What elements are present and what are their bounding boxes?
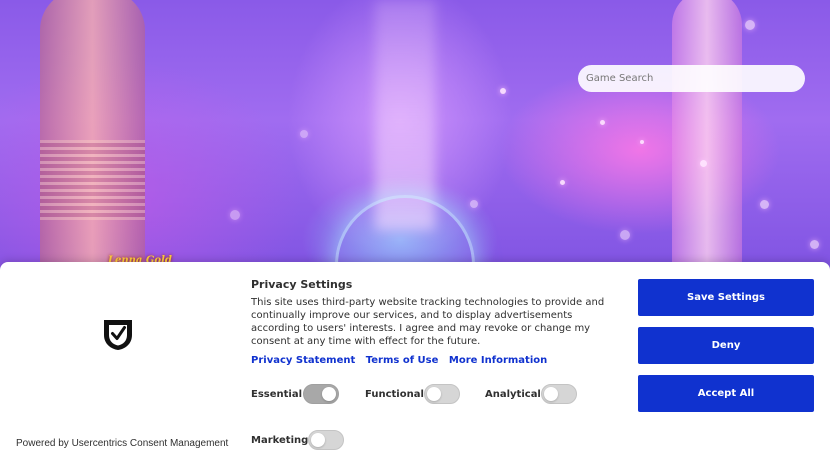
analytical-label: Analytical bbox=[485, 388, 541, 400]
sparkle bbox=[810, 240, 819, 249]
functional-switch[interactable] bbox=[424, 384, 460, 404]
toggle-marketing: Marketing bbox=[251, 430, 344, 450]
sparkle bbox=[470, 200, 478, 208]
essential-label: Essential bbox=[251, 388, 303, 400]
hero-background: Lenna Gold bbox=[0, 0, 830, 300]
accept-all-button[interactable]: Accept All bbox=[638, 375, 814, 412]
switch-knob bbox=[544, 387, 558, 401]
essential-switch[interactable] bbox=[303, 384, 339, 404]
right-pillar bbox=[672, 0, 742, 280]
sparkle bbox=[745, 20, 755, 30]
save-settings-button[interactable]: Save Settings bbox=[638, 279, 814, 316]
left-pillar bbox=[40, 0, 145, 280]
analytical-switch[interactable] bbox=[541, 384, 577, 404]
policy-links: Privacy Statement Terms of Use More Info… bbox=[251, 355, 554, 366]
usercentrics-shield-icon bbox=[104, 320, 132, 350]
sparkle bbox=[640, 140, 644, 144]
sparkle bbox=[230, 210, 240, 220]
consent-banner: Powered by Usercentrics Consent Manageme… bbox=[0, 262, 830, 467]
toggle-functional: Functional bbox=[365, 384, 460, 404]
sparkle bbox=[700, 160, 707, 167]
privacy-description: This site uses third-party website track… bbox=[251, 297, 605, 347]
game-search-input[interactable] bbox=[578, 65, 805, 92]
sparkle bbox=[600, 120, 605, 125]
sparkle bbox=[500, 88, 506, 94]
privacy-statement-link[interactable]: Privacy Statement bbox=[251, 355, 355, 366]
marketing-label: Marketing bbox=[251, 434, 309, 446]
sparkle bbox=[760, 200, 769, 209]
sparkle bbox=[300, 130, 308, 138]
sparkle bbox=[620, 230, 630, 240]
switch-knob bbox=[311, 433, 325, 447]
switch-knob bbox=[427, 387, 441, 401]
switch-knob bbox=[322, 387, 336, 401]
toggle-essential: Essential bbox=[251, 384, 339, 404]
more-information-link[interactable]: More Information bbox=[449, 355, 547, 366]
terms-of-use-link[interactable]: Terms of Use bbox=[366, 355, 439, 366]
powered-by-text: Powered by Usercentrics Consent Manageme… bbox=[16, 438, 229, 449]
sparkle bbox=[560, 180, 565, 185]
privacy-settings-title: Privacy Settings bbox=[251, 278, 353, 291]
functional-label: Functional bbox=[365, 388, 424, 400]
toggle-analytical: Analytical bbox=[485, 384, 577, 404]
deny-button[interactable]: Deny bbox=[638, 327, 814, 364]
marketing-switch[interactable] bbox=[308, 430, 344, 450]
